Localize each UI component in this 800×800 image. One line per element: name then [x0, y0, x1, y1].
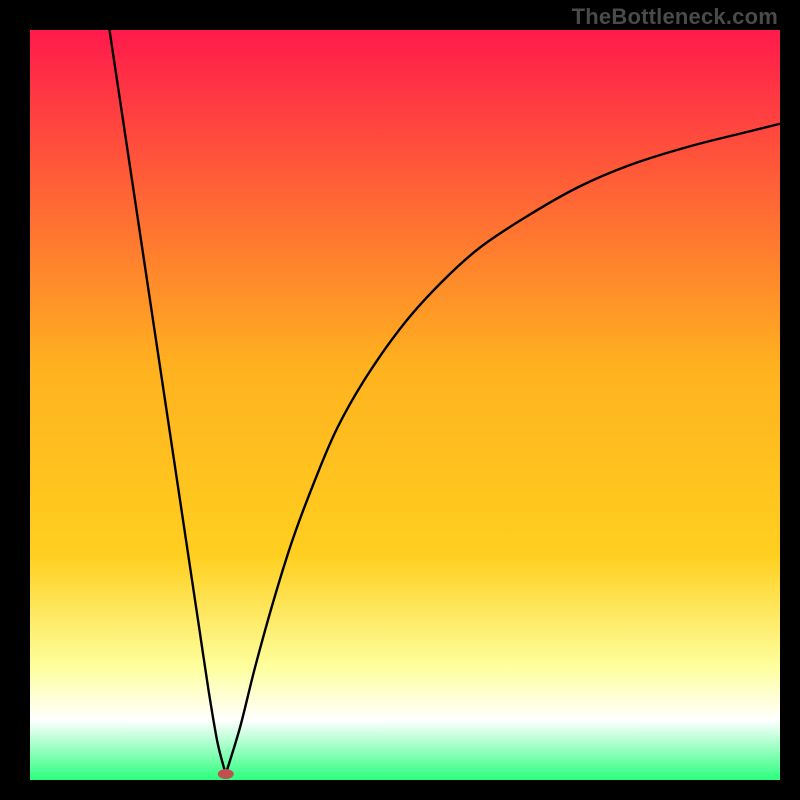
- chart-frame: TheBottleneck.com: [0, 0, 800, 800]
- plot-background: [30, 30, 780, 780]
- minimum-marker: [218, 769, 234, 779]
- bottleneck-chart: [0, 0, 800, 800]
